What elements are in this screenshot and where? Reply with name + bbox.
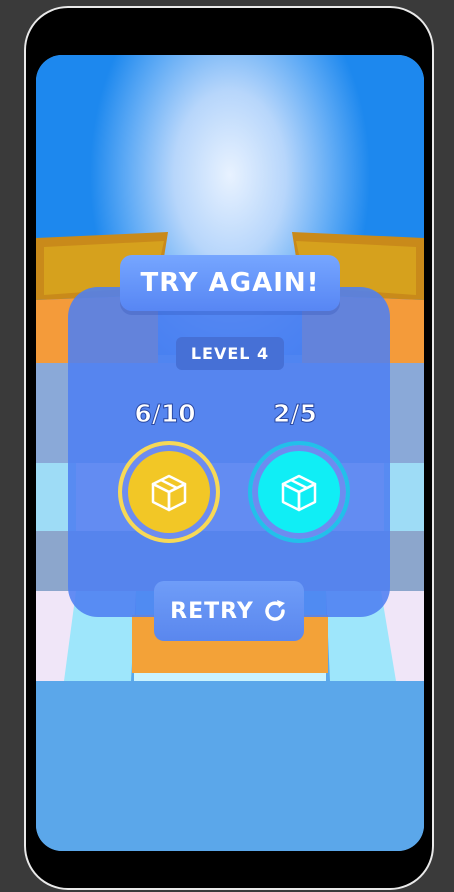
cyan-box-coin bbox=[248, 441, 350, 543]
yellow-box-coin bbox=[118, 441, 220, 543]
title-text: TRY AGAIN! bbox=[140, 268, 320, 298]
ground bbox=[36, 681, 424, 851]
box-icon bbox=[151, 474, 187, 512]
box-icon bbox=[281, 474, 317, 512]
game-screen: TRY AGAIN! LEVEL 4 6/10 2/5 RETRY bbox=[36, 55, 424, 851]
level-badge: LEVEL 4 bbox=[176, 337, 284, 370]
retry-label: RETRY bbox=[170, 598, 254, 624]
title-banner: TRY AGAIN! bbox=[120, 255, 340, 311]
yellow-box-counter: 6/10 bbox=[134, 399, 196, 429]
retry-button[interactable]: RETRY bbox=[154, 581, 304, 641]
cyan-box-counter: 2/5 bbox=[273, 399, 318, 429]
refresh-icon bbox=[265, 600, 285, 621]
level-label: LEVEL 4 bbox=[190, 344, 270, 363]
